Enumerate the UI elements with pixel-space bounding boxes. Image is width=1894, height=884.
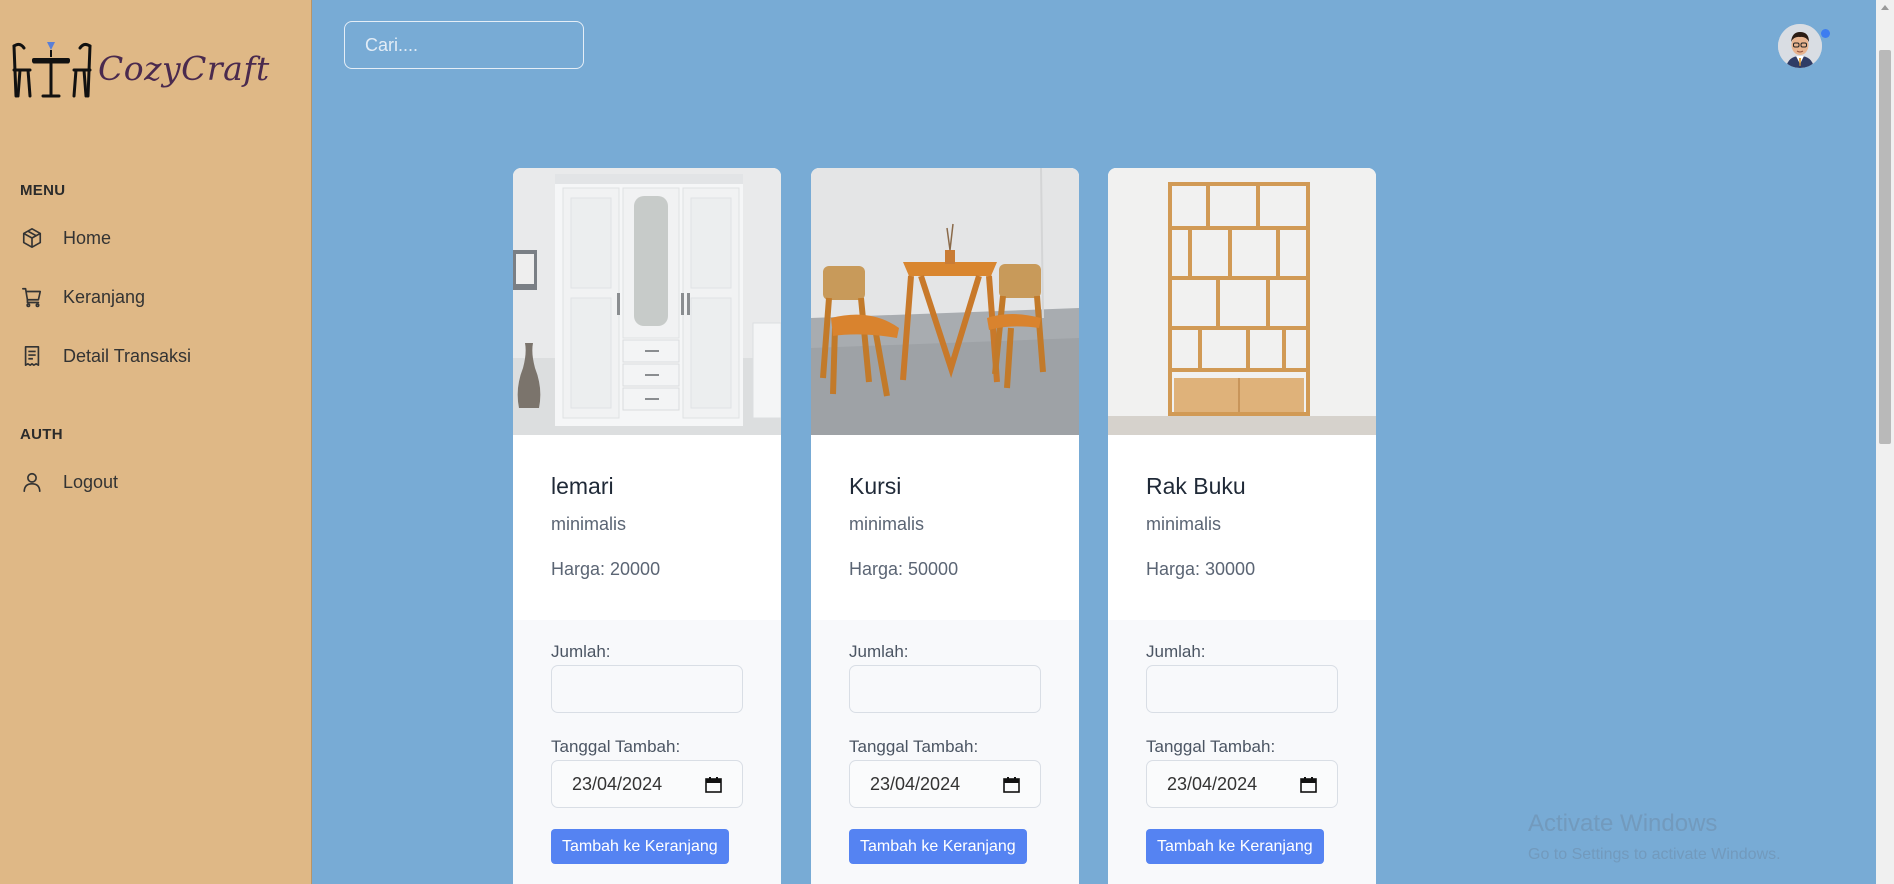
scroll-up-arrow-icon[interactable] xyxy=(1876,0,1894,16)
wardrobe-image xyxy=(513,168,781,435)
sidebar-item-label: Keranjang xyxy=(63,286,146,307)
sidebar-item-label: Detail Transaksi xyxy=(63,345,192,366)
quantity-label: Jumlah: xyxy=(849,642,909,661)
date-label: Tanggal Tambah: xyxy=(1146,737,1276,756)
date-input[interactable]: 23/04/2024 xyxy=(551,760,743,808)
date-input[interactable]: 23/04/2024 xyxy=(1146,760,1338,808)
quantity-label: Jumlah: xyxy=(1146,642,1206,661)
quantity-input[interactable] xyxy=(551,665,743,713)
avatar-icon xyxy=(1778,24,1822,68)
sidebar-item-detail-transaksi[interactable]: Detail Transaksi xyxy=(20,342,191,370)
product-card: Kursi minimalis Harga: 50000 Jumlah: Tan… xyxy=(811,168,1079,884)
product-name: lemari xyxy=(551,473,614,499)
receipt-icon xyxy=(20,344,44,368)
box-icon xyxy=(20,226,44,250)
activate-windows-watermark: Activate Windows Go to Settings to activ… xyxy=(1528,810,1781,864)
avatar[interactable] xyxy=(1778,24,1822,68)
calendar-icon[interactable] xyxy=(1300,776,1317,793)
quantity-label: Jumlah: xyxy=(551,642,611,661)
sidebar-item-keranjang[interactable]: Keranjang xyxy=(20,283,145,311)
online-status-dot xyxy=(1821,29,1830,38)
date-value: 23/04/2024 xyxy=(1167,773,1258,794)
product-price: Harga: 30000 xyxy=(1146,559,1256,579)
brand-logo[interactable]: CozyCraft xyxy=(10,36,270,100)
brand-name: CozyCraft xyxy=(98,48,270,88)
product-description: minimalis xyxy=(1146,514,1222,534)
add-to-cart-form: Jumlah: Tanggal Tambah: 23/04/2024 Tamba… xyxy=(811,620,1079,884)
product-card: Rak Buku minimalis Harga: 30000 Jumlah: … xyxy=(1108,168,1376,884)
date-label: Tanggal Tambah: xyxy=(551,737,681,756)
add-to-cart-button[interactable]: Tambah ke Keranjang xyxy=(551,829,729,864)
add-to-cart-form: Jumlah: Tanggal Tambah: 23/04/2024 Tamba… xyxy=(513,620,781,884)
watermark-subtitle: Go to Settings to activate Windows. xyxy=(1528,846,1781,863)
date-input[interactable]: 23/04/2024 xyxy=(849,760,1041,808)
sidebar-item-label: Home xyxy=(63,227,112,248)
auth-section-title: AUTH xyxy=(20,426,63,443)
product-price: Harga: 50000 xyxy=(849,559,959,579)
sidebar-item-home[interactable]: Home xyxy=(20,224,111,252)
calendar-icon[interactable] xyxy=(1003,776,1020,793)
date-label: Tanggal Tambah: xyxy=(849,737,979,756)
search-input[interactable] xyxy=(344,21,584,69)
quantity-input[interactable] xyxy=(849,665,1041,713)
date-value: 23/04/2024 xyxy=(870,773,961,794)
add-to-cart-form: Jumlah: Tanggal Tambah: 23/04/2024 Tamba… xyxy=(1108,620,1376,884)
user-icon xyxy=(20,470,44,494)
calendar-icon[interactable] xyxy=(705,776,722,793)
product-price: Harga: 20000 xyxy=(551,559,661,579)
watermark-title: Activate Windows xyxy=(1528,810,1718,837)
sidebar-item-label: Logout xyxy=(63,471,119,492)
sidebar: CozyCraft MENU Home Keranjang Detail Tra… xyxy=(0,0,312,884)
product-description: minimalis xyxy=(849,514,925,534)
sidebar-item-logout[interactable]: Logout xyxy=(20,468,118,496)
product-name: Kursi xyxy=(849,473,902,499)
product-name: Rak Buku xyxy=(1146,473,1246,499)
add-to-cart-button[interactable]: Tambah ke Keranjang xyxy=(1146,829,1324,864)
date-value: 23/04/2024 xyxy=(572,773,663,794)
bookshelf-image xyxy=(1108,168,1376,435)
cart-icon xyxy=(20,285,44,309)
chairs-table-image xyxy=(811,168,1079,435)
quantity-input[interactable] xyxy=(1146,665,1338,713)
vertical-scrollbar[interactable] xyxy=(1876,0,1894,884)
product-description: minimalis xyxy=(551,514,627,534)
add-to-cart-button[interactable]: Tambah ke Keranjang xyxy=(849,829,1027,864)
cafe-furniture-logo-icon xyxy=(12,42,92,98)
scrollbar-thumb[interactable] xyxy=(1879,50,1891,444)
product-card: lemari minimalis Harga: 20000 Jumlah: Ta… xyxy=(513,168,781,884)
menu-section-title: MENU xyxy=(20,182,66,199)
